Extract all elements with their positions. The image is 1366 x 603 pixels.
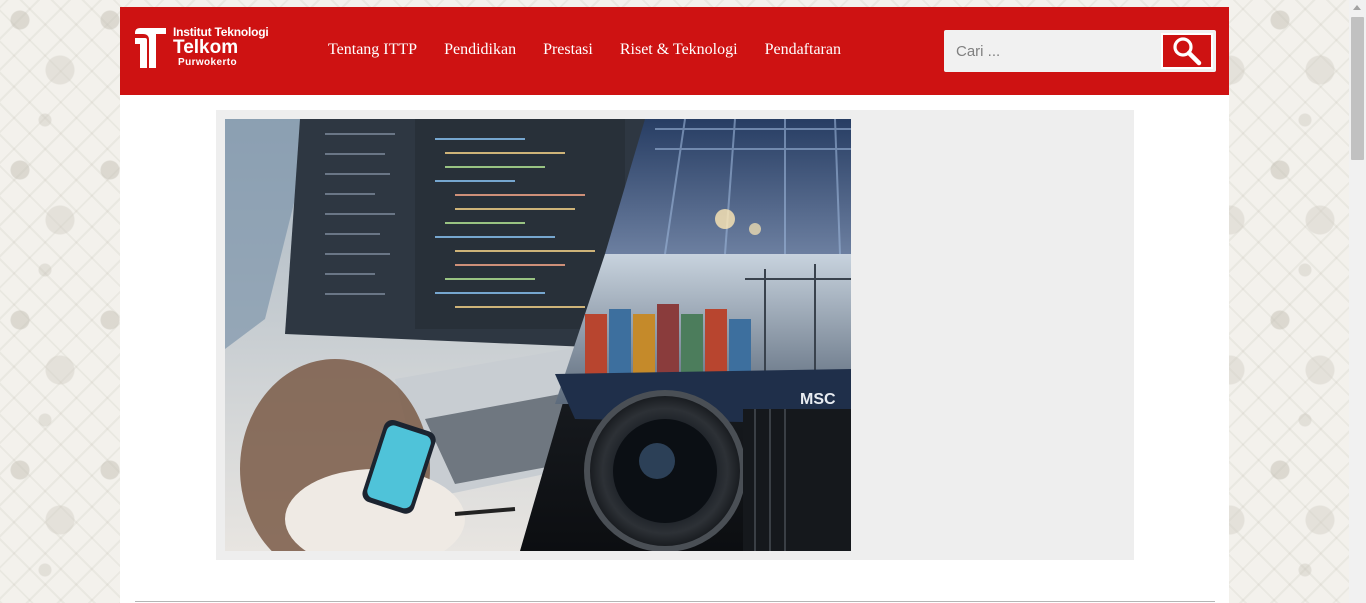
ittp-logo-icon: [135, 28, 166, 68]
logo-line-telkom: Telkom: [173, 37, 239, 58]
scrollbar-thumb[interactable]: [1351, 17, 1364, 160]
nav-item-prestasi[interactable]: Prestasi: [543, 41, 593, 59]
site-header: Institut Teknologi Telkom Purwokerto Ten…: [120, 7, 1229, 95]
page-container: Institut Teknologi Telkom Purwokerto Ten…: [120, 7, 1229, 603]
main-nav: Tentang ITTP Pendidikan Prestasi Riset &…: [328, 41, 841, 59]
site-logo[interactable]: Institut Teknologi Telkom Purwokerto: [134, 25, 284, 71]
featured-banner-image[interactable]: MSC: [225, 119, 851, 551]
banner-illustration: MSC: [225, 119, 851, 551]
search-icon: [1173, 37, 1202, 66]
nav-item-pendaftaran[interactable]: Pendaftaran: [765, 41, 841, 59]
featured-panel: MSC: [216, 110, 1134, 560]
nav-item-pendidikan[interactable]: Pendidikan: [444, 41, 516, 59]
logo-line-purwokerto: Purwokerto: [178, 57, 238, 68]
scroll-up-arrow-icon[interactable]: [1353, 5, 1361, 10]
nav-item-tentang-ittp[interactable]: Tentang ITTP: [328, 41, 417, 59]
search-input[interactable]: [944, 30, 1154, 72]
search-form: [944, 30, 1216, 72]
nav-item-riset-teknologi[interactable]: Riset & Teknologi: [620, 41, 738, 59]
search-button[interactable]: [1161, 33, 1213, 69]
svg-text:MSC: MSC: [800, 391, 836, 408]
content-divider: [135, 601, 1215, 602]
page-scrollbar[interactable]: [1349, 0, 1366, 603]
